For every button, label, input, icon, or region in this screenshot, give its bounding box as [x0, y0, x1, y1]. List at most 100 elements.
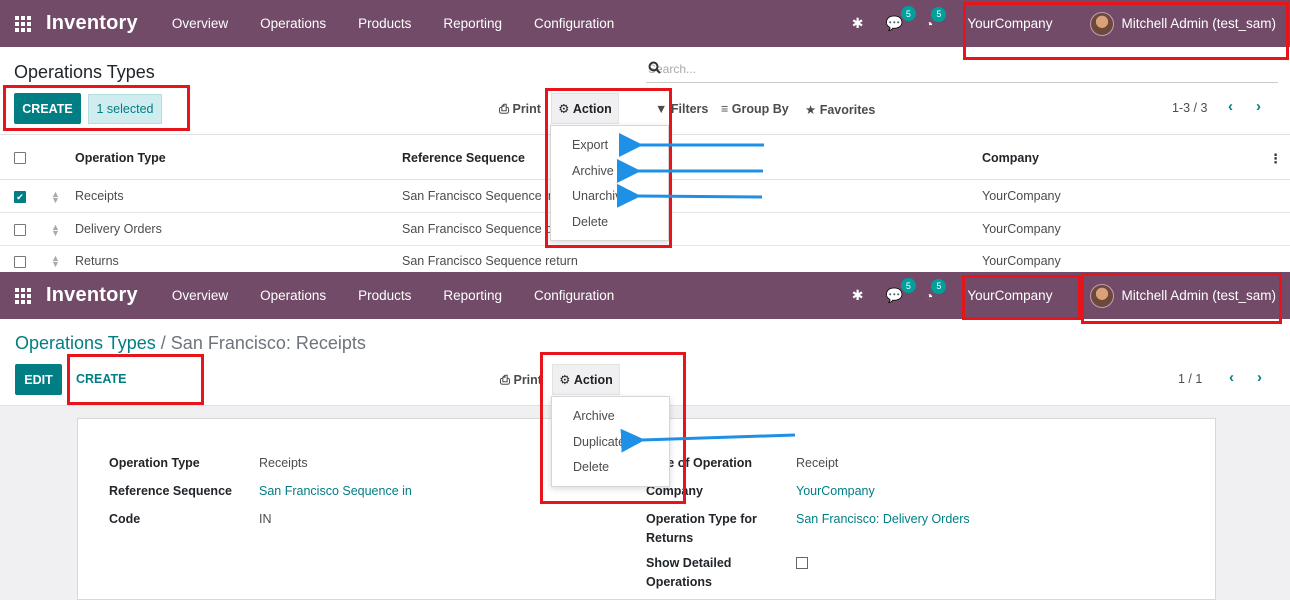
pager-value[interactable]: 1 / 1: [1178, 372, 1202, 386]
search-icon[interactable]: [648, 61, 1278, 77]
messages-icon[interactable]: 💬 5: [885, 278, 916, 304]
show-detailed-operations-checkbox[interactable]: [796, 557, 808, 569]
messages-badge: 5: [900, 278, 916, 293]
menu-overview[interactable]: Overview: [156, 16, 244, 31]
company-switcher[interactable]: YourCompany: [967, 16, 1052, 31]
activity-clock-icon[interactable]: ◔ 5: [925, 6, 947, 32]
menu-operations[interactable]: Operations: [244, 16, 342, 31]
optional-columns-icon[interactable]: ⋮: [1269, 151, 1282, 167]
dropdown-item-export[interactable]: Export: [572, 138, 608, 152]
field-value-company[interactable]: YourCompany: [796, 484, 875, 498]
menu-operations[interactable]: Operations: [244, 288, 342, 303]
drag-handle-icon[interactable]: ▲ ▼: [51, 190, 60, 205]
cell-company: YourCompany: [982, 222, 1061, 236]
menu-reporting[interactable]: Reporting: [427, 16, 518, 31]
cell-reference-sequence: San Francisco Sequence out: [402, 222, 563, 236]
dropdown-item-duplicate[interactable]: Duplicate: [573, 435, 625, 449]
filter-icon: ▼: [655, 102, 671, 116]
breadcrumb-separator: /: [160, 333, 166, 353]
print-icon: ⎙: [500, 373, 514, 387]
column-operation-type[interactable]: Operation Type: [75, 151, 166, 165]
field-label-show-detailed-operations: Show Detailed Operations: [646, 556, 732, 589]
user-menu[interactable]: Mitchell Admin (test_sam): [1090, 11, 1276, 36]
action-label: Action: [573, 372, 613, 387]
select-all-checkbox[interactable]: [14, 152, 26, 164]
search-bar[interactable]: Search...: [646, 59, 1278, 83]
selected-count-badge: 1 selected: [88, 94, 162, 124]
menu-products[interactable]: Products: [342, 288, 427, 303]
breadcrumb-parent[interactable]: Operations Types: [15, 333, 156, 353]
print-label: Print: [512, 102, 541, 116]
activity-clock-icon[interactable]: ◔ 5: [925, 278, 947, 304]
field-value-reference-sequence[interactable]: San Francisco Sequence in: [259, 484, 412, 498]
row-checkbox[interactable]: [14, 224, 26, 236]
pager-prev-icon[interactable]: ‹: [1228, 98, 1233, 115]
dropdown-item-archive[interactable]: Archive: [572, 164, 614, 178]
pager-next-icon[interactable]: ›: [1257, 369, 1262, 386]
user-name: Mitchell Admin (test_sam): [1121, 16, 1276, 31]
menu-configuration[interactable]: Configuration: [518, 288, 630, 303]
company-switcher[interactable]: YourCompany: [967, 288, 1052, 303]
activities-badge: 5: [931, 278, 947, 294]
star-icon: ★: [805, 103, 820, 117]
field-value-operation-type[interactable]: Receipts: [259, 456, 308, 470]
drag-handle-icon[interactable]: ▲ ▼: [51, 223, 60, 238]
pager-value[interactable]: 1-3 / 3: [1172, 101, 1207, 115]
create-link-button[interactable]: CREATE: [76, 372, 126, 386]
cell-operation-type: Returns: [75, 254, 119, 268]
group-by-button[interactable]: ≡ Group By: [721, 102, 789, 116]
table-row[interactable]: ▲ ▼ Returns San Francisco Sequence return…: [0, 246, 1290, 272]
dropdown-item-archive[interactable]: Archive: [573, 409, 615, 423]
favorites-button[interactable]: ★ Favorites: [805, 102, 875, 117]
action-button[interactable]: ⚙ Action: [552, 364, 620, 395]
column-company[interactable]: Company: [982, 151, 1039, 165]
user-name: Mitchell Admin (test_sam): [1121, 288, 1276, 303]
pager-prev-icon[interactable]: ‹: [1229, 369, 1234, 386]
field-value-type-of-operation[interactable]: Receipt: [796, 456, 838, 470]
form-action-dropdown: Archive Duplicate Delete: [551, 396, 670, 487]
avatar: [1090, 11, 1115, 36]
apps-menu-icon[interactable]: [0, 15, 46, 32]
dropdown-item-delete[interactable]: Delete: [572, 215, 608, 229]
user-menu[interactable]: Mitchell Admin (test_sam): [1090, 283, 1276, 308]
apps-menu-icon[interactable]: [0, 287, 46, 304]
print-button[interactable]: ⎙ Print: [499, 102, 541, 117]
group-by-label: Group By: [731, 102, 789, 116]
action-label: Action: [572, 101, 612, 116]
menu-products[interactable]: Products: [342, 16, 427, 31]
menu-overview[interactable]: Overview: [156, 288, 244, 303]
messages-icon[interactable]: 💬 5: [885, 6, 916, 32]
bottom-navbar: Inventory Overview Operations Products R…: [0, 272, 1290, 319]
gear-icon: ⚙: [559, 373, 574, 387]
group-by-icon: ≡: [721, 102, 732, 116]
app-brand[interactable]: Inventory: [46, 284, 138, 307]
messages-badge: 5: [900, 6, 916, 21]
menu-configuration[interactable]: Configuration: [518, 16, 630, 31]
menu-reporting[interactable]: Reporting: [427, 288, 518, 303]
field-value-return-type[interactable]: San Francisco: Delivery Orders: [796, 512, 970, 526]
row-checkbox-checked[interactable]: ✔: [14, 191, 26, 203]
dropdown-item-unarchive[interactable]: Unarchive: [572, 189, 628, 203]
gear-icon: ⚙: [558, 102, 573, 116]
dropdown-item-delete[interactable]: Delete: [573, 460, 609, 474]
app-brand[interactable]: Inventory: [46, 12, 138, 35]
field-label-operation-type: Operation Type: [109, 456, 200, 470]
edit-button[interactable]: EDIT: [15, 364, 62, 395]
cell-reference-sequence: San Francisco Sequence return: [402, 254, 578, 268]
avatar: [1090, 283, 1115, 308]
column-reference-sequence[interactable]: Reference Sequence: [402, 151, 525, 165]
cell-operation-type: Delivery Orders: [75, 222, 162, 236]
drag-handle-icon[interactable]: ▲ ▼: [51, 254, 60, 269]
pager-next-icon[interactable]: ›: [1256, 98, 1261, 115]
field-value-code[interactable]: IN: [259, 512, 272, 526]
create-button[interactable]: CREATE: [14, 93, 81, 124]
row-checkbox[interactable]: [14, 256, 26, 268]
filters-button[interactable]: ▼ Filters: [655, 102, 708, 116]
cell-reference-sequence: San Francisco Sequence in: [402, 189, 555, 203]
print-button[interactable]: ⎙ Print: [500, 373, 542, 388]
cell-operation-type: Receipts: [75, 189, 124, 203]
top-navbar: Inventory Overview Operations Products R…: [0, 0, 1290, 47]
bug-icon[interactable]: ✱: [852, 287, 864, 304]
action-button[interactable]: ⚙ Action: [551, 93, 619, 124]
bug-icon[interactable]: ✱: [852, 15, 864, 32]
